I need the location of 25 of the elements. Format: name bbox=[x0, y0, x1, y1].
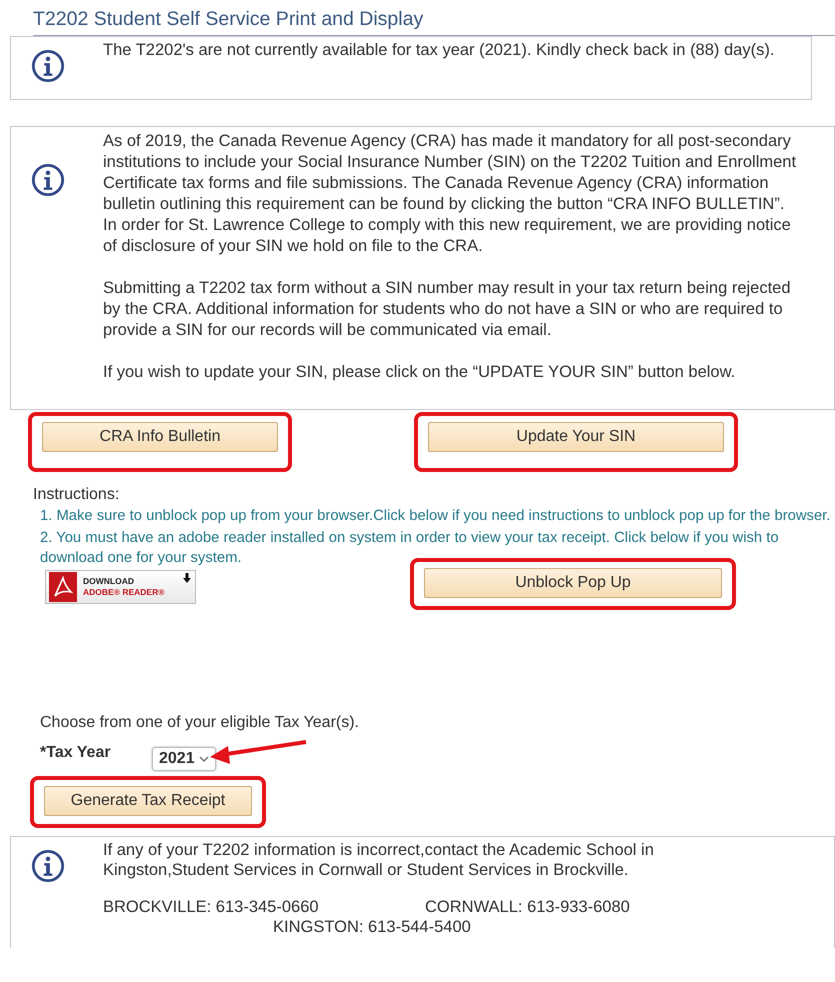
contact-text: If any of your T2202 information is incorrect,contact the Academic School in Kingston,Student Services in Cornwall or Student Services in Brockville. bbox=[103, 841, 655, 880]
notice-text: The T2202's are not currently available for tax year (2021). Kindly check back in (88) day(s). bbox=[103, 41, 776, 60]
pdf-icon bbox=[49, 572, 77, 602]
phone-number: CORNWALL: 613-933-6080 bbox=[425, 898, 630, 918]
disclosure-paragraph: As of 2019, the Canada Revenue Agency (CRA) has made it mandatory for all post-secondary institutions to include your Social Insurance Number (SIN) on the T2202 Tuition and Enrollment Certificate tax forms and file submissions. The Canada Revenue Agency (CRA) information bulletin outlining this requirement can be found by clicking the button “CRA INFO BULLETIN”. In order for St. Lawrence College to comply with this new requirement, we are providing notice of disclosure of your SIN we hold on file to the CRA. bbox=[103, 131, 798, 257]
chevron-icon bbox=[198, 756, 209, 762]
adobe-download-button[interactable]: DOWNLOAD ADOBE® READER® bbox=[45, 570, 196, 604]
unblock-button[interactable]: Unblock Pop Up bbox=[424, 568, 722, 598]
disclosure-paragraph: Submitting a T2202 tax form without a SIN number may result in your tax return being rejected by the CRA. Additional information for students who do not have a SIN or who are required to provide a SIN for our records will be communicated via email. bbox=[103, 278, 792, 341]
sin-button[interactable]: CRA Info Bulletin bbox=[42, 422, 278, 452]
download-arrow-icon bbox=[183, 573, 191, 583]
instruction-step: 2. You must have an adobe reader installed on system in order to view your tax receipt. Click below if you wish to download one for your system. bbox=[40, 528, 835, 568]
page-title: T2202 Student Self Service Print and Display bbox=[33, 0, 835, 36]
phone-number: BROCKVILLE: 613-345-0660 bbox=[103, 898, 319, 918]
info-icon bbox=[31, 163, 65, 197]
phone-number: KINGSTON: 613-544-5400 bbox=[273, 918, 471, 938]
instruction-step: 1. Make sure to unblock pop up from your browser.Click below if you need instructions to unblock pop up for the browser. bbox=[40, 506, 835, 526]
sin-button[interactable]: Update Your SIN bbox=[428, 422, 724, 452]
info-icon bbox=[31, 849, 65, 883]
info-icon bbox=[31, 49, 65, 83]
tax-year-label: *Tax Year bbox=[40, 744, 112, 762]
instructions-heading: Instructions: bbox=[33, 486, 120, 504]
generate-button[interactable]: Generate Tax Receipt bbox=[44, 786, 252, 816]
tax-year-prompt: Choose from one of your eligible Tax Year(s). bbox=[40, 714, 360, 732]
disclosure-paragraph: If you wish to update your SIN, please click on the “UPDATE YOUR SIN” button below. bbox=[103, 362, 736, 383]
